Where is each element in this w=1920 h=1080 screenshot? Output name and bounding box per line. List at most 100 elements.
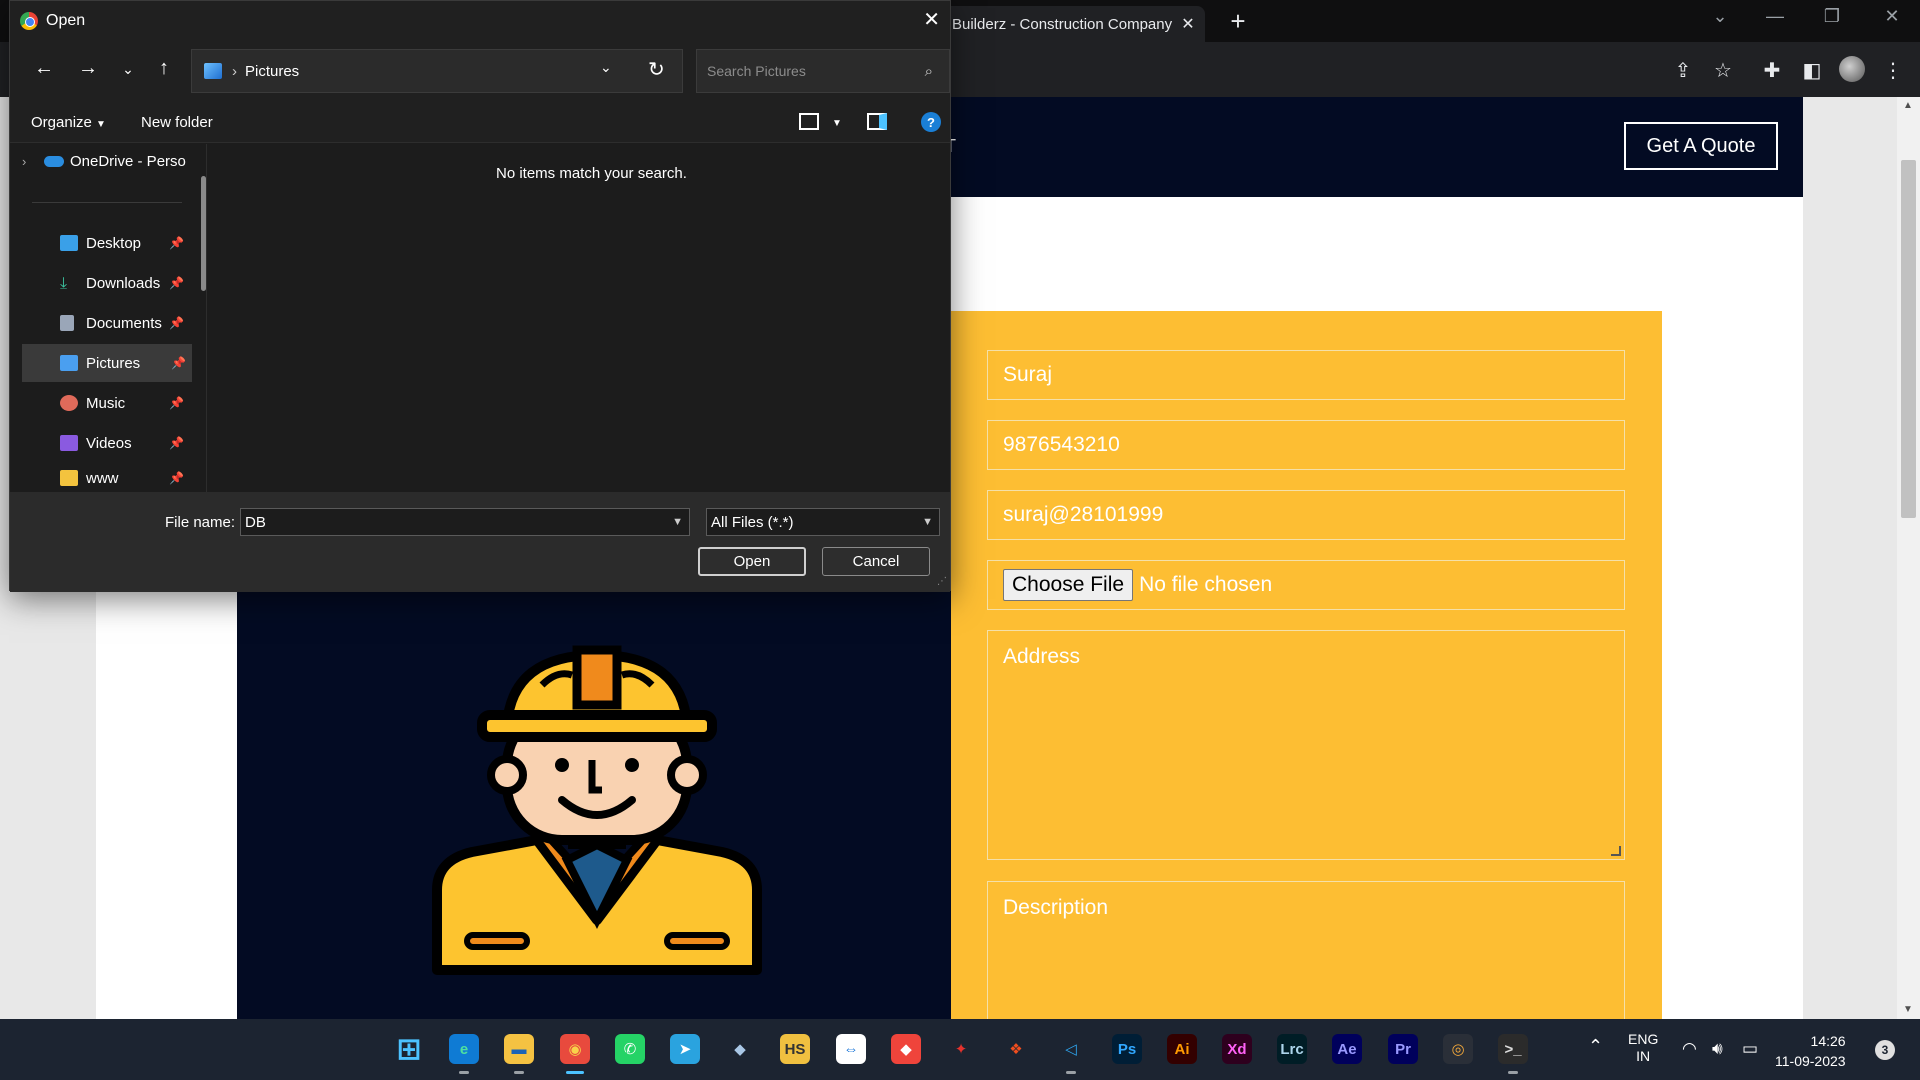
nav-item-label: Documents xyxy=(86,314,162,332)
tab-search-chevron-icon[interactable]: ⌄ xyxy=(1700,6,1740,27)
dialog-title-bar: Open ✕ xyxy=(10,1,950,41)
start-icon[interactable]: ⊞ xyxy=(394,1033,424,1066)
nav-item-desktop[interactable]: Desktop 📌 xyxy=(26,224,190,262)
pin-icon: 📌 xyxy=(169,471,184,485)
help-icon[interactable]: ? xyxy=(921,112,941,132)
nav-item-downloads[interactable]: ⤓ Downloads 📌 xyxy=(26,264,190,302)
back-arrow-icon[interactable]: ← xyxy=(30,57,58,80)
new-folder-button[interactable]: New folder xyxy=(141,114,213,131)
dialog-footer xyxy=(10,492,950,592)
refresh-icon[interactable]: ↻ xyxy=(648,57,665,82)
email-field[interactable]: suraj@28101999 xyxy=(987,490,1625,540)
navigation-pane-scroll-thumb[interactable] xyxy=(201,176,206,291)
nav-item-documents[interactable]: Documents 📌 xyxy=(26,304,190,342)
organize-menu[interactable]: Organize ▼ xyxy=(31,114,106,131)
address-textarea[interactable]: Address xyxy=(987,630,1625,860)
figma-icon[interactable]: ❖ xyxy=(1001,1034,1031,1064)
whatsapp-icon[interactable]: ✆ xyxy=(615,1034,645,1064)
premiere-icon[interactable]: Pr xyxy=(1388,1034,1418,1064)
telegram-icon[interactable]: ➤ xyxy=(670,1034,700,1064)
close-window-icon[interactable]: ✕ xyxy=(1872,6,1912,27)
edge-icon[interactable]: e xyxy=(449,1034,479,1064)
cube-app-icon[interactable]: ◆ xyxy=(725,1034,755,1064)
red-app-icon[interactable]: ✦ xyxy=(946,1034,976,1064)
open-button[interactable]: Open xyxy=(698,547,806,576)
nav-item-www[interactable]: www 📌 xyxy=(26,464,190,492)
hs-app-icon[interactable]: HS xyxy=(780,1034,810,1064)
file-type-select[interactable]: All Files (*.*) ▼ xyxy=(706,508,940,536)
clock-time: 14:26 xyxy=(1810,1033,1846,1049)
address-dropdown-icon[interactable]: ⌄ xyxy=(600,59,612,76)
photoshop-icon[interactable]: Ps xyxy=(1112,1034,1142,1064)
file-status-text: No file chosen xyxy=(1139,573,1273,596)
scroll-up-arrow-icon[interactable]: ▲ xyxy=(1898,100,1918,111)
expand-chevron-icon[interactable]: › xyxy=(22,154,34,169)
resize-grip-icon[interactable] xyxy=(1611,846,1621,856)
organize-chevron-icon: ▼ xyxy=(96,119,106,130)
battery-icon[interactable]: ▭ xyxy=(1742,1040,1758,1057)
forward-arrow-icon[interactable]: → xyxy=(74,57,102,80)
new-tab-button[interactable]: + xyxy=(1222,6,1254,37)
volume-icon[interactable]: 🔊︎ xyxy=(1712,1040,1723,1057)
get-quote-button[interactable]: Get A Quote xyxy=(1624,122,1778,170)
browser-tab[interactable]: Builderz - Construction Company ✕ xyxy=(940,6,1205,42)
description-textarea[interactable]: Description xyxy=(987,881,1625,1019)
name-field[interactable]: Suraj xyxy=(987,350,1625,400)
after-effects-icon[interactable]: Ae xyxy=(1332,1034,1362,1064)
worker-image-panel xyxy=(237,590,951,1019)
browser-menu-icon[interactable]: ⋮ xyxy=(1878,58,1908,83)
anydesk-icon[interactable]: ◆ xyxy=(891,1034,921,1064)
vscode-icon[interactable]: ◁ xyxy=(1056,1034,1086,1064)
nav-item-label: Videos xyxy=(86,434,132,452)
dialog-resize-grip-icon[interactable]: ⋰ xyxy=(937,576,947,587)
xd-icon[interactable]: Xd xyxy=(1222,1034,1252,1064)
wifi-icon[interactable]: ◠ xyxy=(1682,1040,1697,1057)
nav-item-pictures[interactable]: Pictures 📌 xyxy=(22,344,192,382)
notification-badge[interactable]: 3 xyxy=(1875,1040,1895,1060)
cancel-button[interactable]: Cancel xyxy=(822,547,930,576)
construction-worker-illustration xyxy=(432,645,762,975)
up-arrow-icon[interactable]: ↑ xyxy=(150,57,178,80)
pin-icon: 📌 xyxy=(171,356,186,370)
file-name-dropdown-icon[interactable]: ▼ xyxy=(672,516,683,528)
page-scroll-thumb[interactable] xyxy=(1901,160,1916,518)
nav-item-onedrive[interactable]: › OneDrive - Perso xyxy=(22,153,186,170)
bookmark-star-icon[interactable]: ☆ xyxy=(1708,58,1738,83)
recent-locations-chevron-icon[interactable]: ⌄ xyxy=(114,61,142,78)
language-indicator[interactable]: ENG IN xyxy=(1628,1031,1658,1065)
minimize-icon[interactable]: — xyxy=(1755,6,1795,27)
nav-item-label: www xyxy=(86,469,119,487)
extensions-icon[interactable]: ✚ xyxy=(1757,58,1787,83)
lightroom-classic-icon[interactable]: Lrc xyxy=(1277,1034,1307,1064)
file-type-value: All Files (*.*) xyxy=(711,513,794,531)
empty-results-message: No items match your search. xyxy=(496,165,687,182)
view-mode-chevron-icon[interactable]: ▼ xyxy=(832,118,842,129)
illustrator-icon[interactable]: Ai xyxy=(1167,1034,1197,1064)
profile-avatar[interactable] xyxy=(1839,56,1865,82)
music-icon xyxy=(60,395,78,411)
clock-date: 11-09-2023 xyxy=(1775,1053,1846,1069)
running-app-indicator xyxy=(1066,1071,1076,1074)
restore-icon[interactable]: ❐ xyxy=(1812,6,1852,27)
onedrive-cloud-icon xyxy=(44,156,64,167)
preview-pane-icon[interactable] xyxy=(867,113,887,130)
terminal-icon[interactable]: >_ xyxy=(1498,1034,1528,1064)
show-hidden-icons-chevron-icon[interactable]: ⌃ xyxy=(1588,1037,1603,1055)
choose-file-button[interactable]: Choose File xyxy=(1003,569,1134,601)
scroll-down-arrow-icon[interactable]: ▼ xyxy=(1898,1004,1918,1015)
phone-field[interactable]: 9876543210 xyxy=(987,420,1625,470)
file-name-input[interactable]: DB ▼ xyxy=(240,508,690,536)
clock[interactable]: 14:26 11-09-2023 xyxy=(1775,1031,1846,1071)
view-mode-icon[interactable] xyxy=(799,113,819,130)
davinci-icon[interactable]: ◎ xyxy=(1443,1034,1473,1064)
side-panel-icon[interactable]: ◧ xyxy=(1797,58,1827,83)
teamviewer-icon[interactable]: ⇔ xyxy=(836,1034,866,1064)
search-input[interactable]: Search Pictures ⌕ xyxy=(696,49,950,93)
chrome-icon[interactable]: ◉ xyxy=(560,1034,590,1064)
tab-close-icon[interactable]: ✕ xyxy=(1177,14,1199,34)
nav-item-music[interactable]: Music 📌 xyxy=(26,384,190,422)
share-icon[interactable]: ⇪ xyxy=(1668,58,1698,83)
nav-item-videos[interactable]: Videos 📌 xyxy=(26,424,190,462)
file-explorer-icon[interactable]: ▬ xyxy=(504,1034,534,1064)
dialog-close-icon[interactable]: ✕ xyxy=(923,7,940,32)
